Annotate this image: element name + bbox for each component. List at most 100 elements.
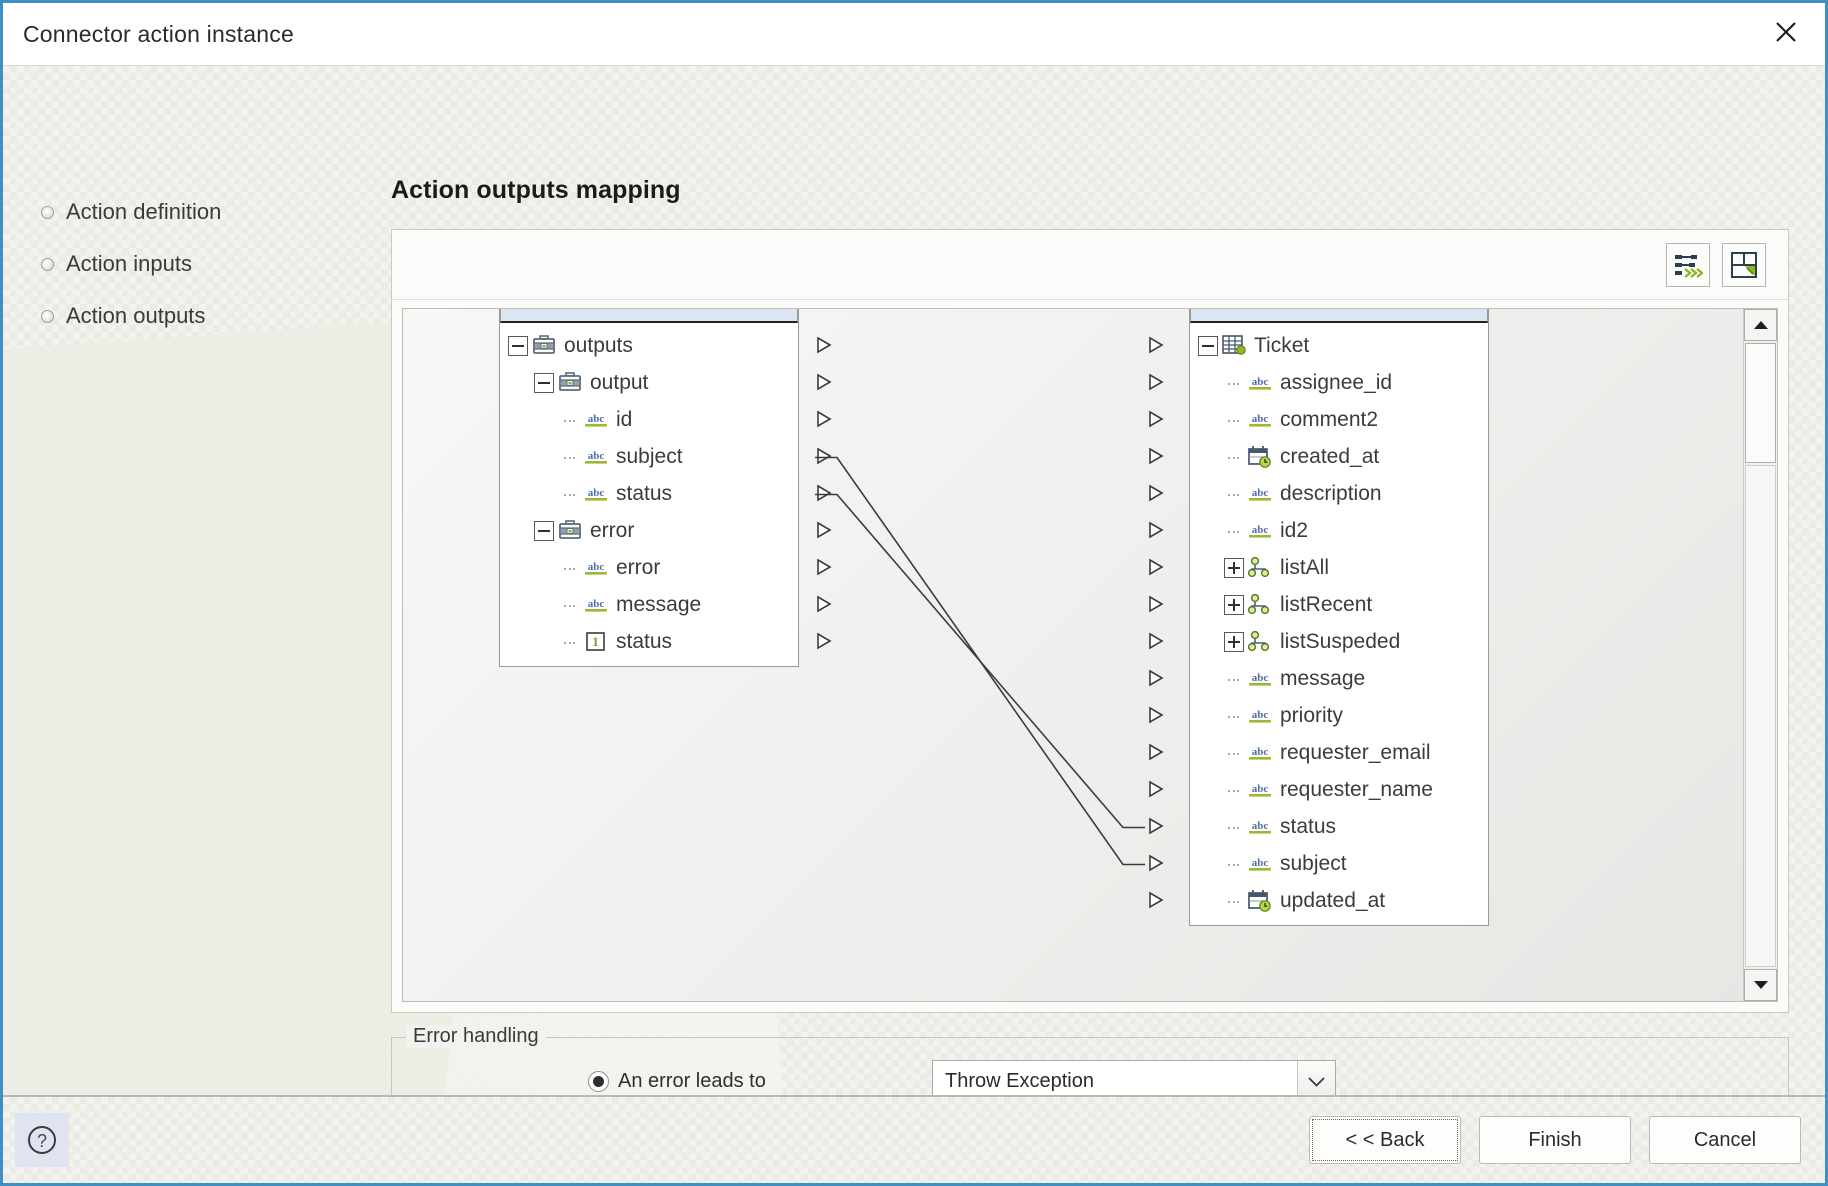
mapping-port-icon[interactable] <box>814 483 834 503</box>
collapse-icon[interactable] <box>534 520 554 541</box>
mapping-link[interactable] <box>815 456 1145 866</box>
mapping-port[interactable] <box>1146 446 1166 472</box>
collapse-icon[interactable] <box>508 335 528 356</box>
target-tree[interactable]: Ticket abc assignee_id abc comment2 created_a… <box>1149 309 1489 926</box>
tree-row[interactable]: abc status <box>500 475 832 512</box>
tree-row[interactable]: error <box>500 512 832 549</box>
tree-row[interactable]: abc requester_name <box>1149 771 1488 808</box>
mapping-port-icon[interactable] <box>1146 446 1166 466</box>
mapping-port-icon[interactable] <box>1146 890 1166 910</box>
mapping-port[interactable] <box>814 631 834 657</box>
sidebar-item-action-outputs[interactable]: Action outputs <box>41 290 341 342</box>
scroll-down-button[interactable] <box>1744 969 1777 1001</box>
mapping-port-icon[interactable] <box>814 520 834 540</box>
tree-row[interactable]: Ticket <box>1149 327 1488 364</box>
expand-icon[interactable] <box>1224 557 1244 578</box>
scrollbar-track[interactable] <box>1745 465 1776 967</box>
tree-row[interactable]: abc requester_email <box>1149 734 1488 771</box>
error-leads-to-row[interactable]: An error leads to <box>588 1070 766 1093</box>
radio-an-error-leads-to[interactable] <box>588 1071 609 1092</box>
mapping-port[interactable] <box>1146 742 1166 768</box>
mapping-port-icon[interactable] <box>1146 816 1166 836</box>
mapping-port-icon[interactable] <box>814 631 834 651</box>
mapping-link[interactable] <box>815 493 1145 829</box>
tree-row[interactable]: abc message <box>500 586 832 623</box>
mapping-port-icon[interactable] <box>1146 779 1166 799</box>
tree-row[interactable]: abc assignee_id <box>1149 364 1488 401</box>
error-action-dropdown[interactable]: Throw Exception <box>932 1060 1336 1095</box>
mapping-port[interactable] <box>814 520 834 546</box>
cancel-button[interactable]: Cancel <box>1649 1116 1801 1164</box>
mapping-port[interactable] <box>1146 372 1166 398</box>
mapping-port-icon[interactable] <box>814 557 834 577</box>
collapse-icon[interactable] <box>1198 335 1218 356</box>
tree-row[interactable]: abc id2 <box>1149 512 1488 549</box>
sidebar-item-action-definition[interactable]: Action definition <box>41 186 341 238</box>
mapping-port[interactable] <box>1146 668 1166 694</box>
mapping-port[interactable] <box>1146 483 1166 509</box>
mapping-port[interactable] <box>1146 779 1166 805</box>
sidebar-item-action-inputs[interactable]: Action inputs <box>41 238 341 290</box>
mapping-port-icon[interactable] <box>814 446 834 466</box>
mapping-port[interactable] <box>814 594 834 620</box>
auto-map-button[interactable] <box>1666 242 1710 287</box>
scrollbar-thumb[interactable] <box>1745 343 1776 463</box>
tree-row[interactable]: abc message <box>1149 660 1488 697</box>
tree-row[interactable]: abc error <box>500 549 832 586</box>
mapping-canvas[interactable]: outputs output abc id abc subject abc status err… <box>402 308 1778 1002</box>
source-tree[interactable]: outputs output abc id abc subject abc status err… <box>499 309 832 667</box>
mapping-port-icon[interactable] <box>1146 668 1166 688</box>
tree-row[interactable]: outputs <box>500 327 832 364</box>
tree-row[interactable]: created_at <box>1149 438 1488 475</box>
back-button[interactable]: < < Back <box>1309 1116 1461 1164</box>
mapping-port-icon[interactable] <box>814 594 834 614</box>
mapping-port[interactable] <box>1146 335 1166 361</box>
mapping-port-icon[interactable] <box>1146 594 1166 614</box>
tree-row[interactable]: abc subject <box>500 438 832 475</box>
mapping-port[interactable] <box>814 557 834 583</box>
mapping-port[interactable] <box>1146 557 1166 583</box>
mapping-port[interactable] <box>814 372 834 398</box>
mapping-port-icon[interactable] <box>814 409 834 429</box>
mapping-port-icon[interactable] <box>1146 372 1166 392</box>
mapping-port[interactable] <box>814 483 834 509</box>
tree-row[interactable]: listAll <box>1149 549 1488 586</box>
mapping-port[interactable] <box>1146 594 1166 620</box>
mapping-port-icon[interactable] <box>1146 631 1166 651</box>
finish-button[interactable]: Finish <box>1479 1116 1631 1164</box>
canvas-vertical-scrollbar[interactable] <box>1743 309 1777 1001</box>
mapping-port-icon[interactable] <box>1146 483 1166 503</box>
expand-icon[interactable] <box>1224 594 1244 615</box>
mapping-port[interactable] <box>1146 409 1166 435</box>
mapping-port-icon[interactable] <box>1146 853 1166 873</box>
mapping-port[interactable] <box>814 409 834 435</box>
tree-row[interactable]: abc id <box>500 401 832 438</box>
collapse-icon[interactable] <box>534 372 554 393</box>
mapping-port-icon[interactable] <box>1146 557 1166 577</box>
mapping-port[interactable] <box>1146 890 1166 916</box>
mapping-port-icon[interactable] <box>1146 742 1166 762</box>
mapping-port-icon[interactable] <box>1146 409 1166 429</box>
tree-row[interactable]: output <box>500 364 832 401</box>
close-icon[interactable] <box>1757 7 1815 57</box>
mapping-port-icon[interactable] <box>814 372 834 392</box>
mapping-port[interactable] <box>1146 520 1166 546</box>
tree-row[interactable]: abc priority <box>1149 697 1488 734</box>
mapping-port-icon[interactable] <box>1146 705 1166 725</box>
tree-row[interactable]: abc status <box>1149 808 1488 845</box>
mapping-port-icon[interactable] <box>1146 520 1166 540</box>
expand-icon[interactable] <box>1224 631 1244 652</box>
tree-row[interactable]: abc comment2 <box>1149 401 1488 438</box>
tree-row[interactable]: updated_at <box>1149 882 1488 919</box>
mapping-port[interactable] <box>1146 816 1166 842</box>
tree-row[interactable]: listSuspeded <box>1149 623 1488 660</box>
tree-row[interactable]: abc subject <box>1149 845 1488 882</box>
help-icon[interactable]: ? <box>15 1113 69 1167</box>
tree-row[interactable]: abc description <box>1149 475 1488 512</box>
mapping-port-icon[interactable] <box>1146 335 1166 355</box>
mapping-port[interactable] <box>1146 631 1166 657</box>
fit-layout-button[interactable] <box>1722 242 1766 287</box>
mapping-port[interactable] <box>1146 853 1166 879</box>
mapping-port-icon[interactable] <box>814 335 834 355</box>
mapping-port[interactable] <box>1146 705 1166 731</box>
